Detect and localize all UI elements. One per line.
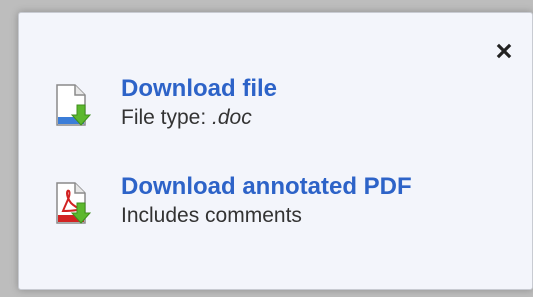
close-icon	[496, 43, 512, 59]
download-popup: Download file File type: .doc Download a…	[18, 12, 533, 290]
download-annotated-pdf-link[interactable]: Download annotated PDF	[121, 173, 412, 201]
file-extension: .doc	[212, 106, 252, 129]
download-file-link[interactable]: Download file	[121, 75, 277, 103]
file-type-label: File type: .doc	[121, 106, 252, 129]
download-annotated-pdf-option[interactable]: Download annotated PDF Includes comments	[55, 173, 412, 230]
screen: Download file File type: .doc Download a…	[0, 0, 533, 297]
download-file-option[interactable]: Download file File type: .doc	[55, 75, 277, 132]
includes-comments-label: Includes comments	[121, 204, 302, 227]
pdf-download-icon	[56, 182, 91, 224]
close-button[interactable]	[496, 43, 512, 59]
document-download-icon	[56, 84, 91, 126]
